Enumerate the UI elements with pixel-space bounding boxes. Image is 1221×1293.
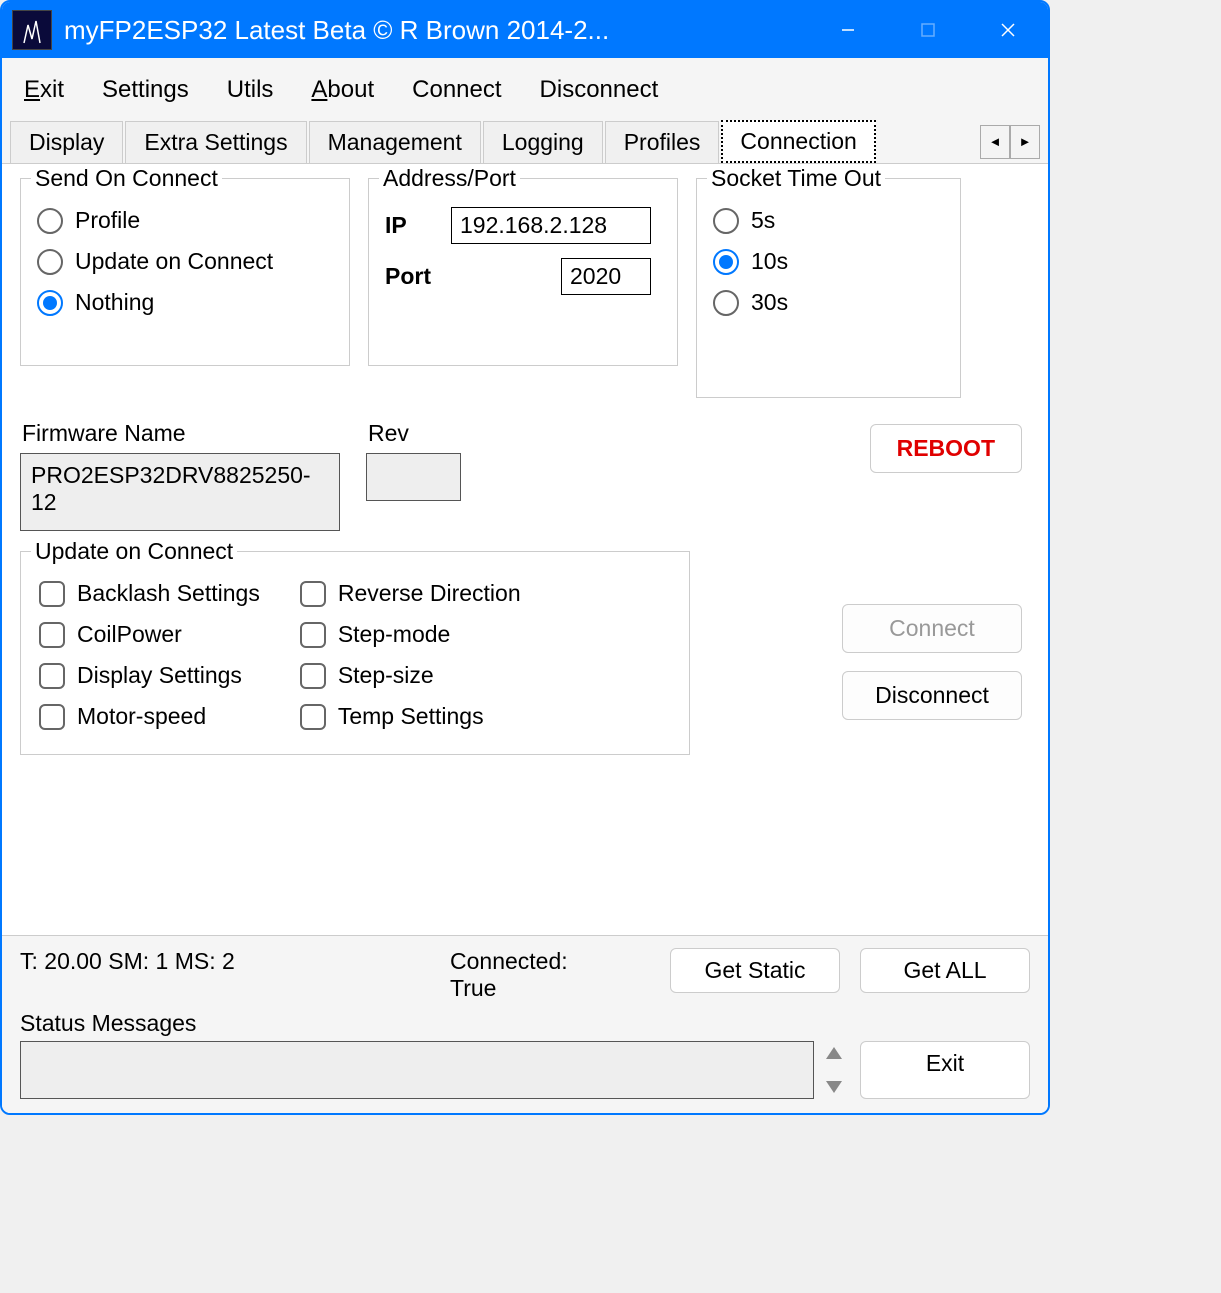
menu-settings[interactable]: Settings [102, 76, 189, 104]
tab-extra-settings[interactable]: Extra Settings [125, 121, 306, 163]
checkbox-icon [39, 581, 65, 607]
tab-display[interactable]: Display [10, 121, 123, 163]
radio-10s[interactable]: 10s [713, 248, 944, 275]
group-update-on-connect: Update on Connect Backlash Settings Coil… [20, 551, 690, 755]
legend-socket-timeout: Socket Time Out [707, 165, 885, 192]
status-spinner [826, 1041, 848, 1099]
tab-scroll-left[interactable]: ◄ [980, 125, 1010, 159]
menu-exit[interactable]: Exit [24, 76, 64, 104]
check-stepmode[interactable]: Step-mode [300, 621, 521, 648]
maximize-button [888, 2, 968, 58]
window-title: myFP2ESP32 Latest Beta © R Brown 2014-2.… [64, 15, 808, 46]
spinner-down[interactable] [826, 1081, 842, 1093]
radio-profile[interactable]: Profile [37, 207, 333, 234]
spinner-up[interactable] [826, 1047, 842, 1059]
menu-disconnect[interactable]: Disconnect [540, 76, 659, 104]
status-messages-field[interactable] [20, 1041, 814, 1099]
port-label: Port [385, 263, 437, 290]
radio-5s[interactable]: 5s [713, 207, 944, 234]
radio-icon [37, 208, 63, 234]
radio-icon [713, 208, 739, 234]
check-motor-speed[interactable]: Motor-speed [39, 703, 260, 730]
legend-update-on-connect: Update on Connect [31, 538, 237, 565]
tab-bar: Display Extra Settings Management Loggin… [2, 114, 1048, 164]
checkbox-icon [39, 704, 65, 730]
radio-icon [713, 290, 739, 316]
check-reverse[interactable]: Reverse Direction [300, 580, 521, 607]
tab-management[interactable]: Management [309, 121, 481, 163]
status-messages-label: Status Messages [20, 1010, 1030, 1037]
group-send-on-connect: Send On Connect Profile Update on Connec… [20, 178, 350, 366]
app-window: myFP2ESP32 Latest Beta © R Brown 2014-2.… [0, 0, 1050, 1115]
radio-icon [713, 249, 739, 275]
get-all-button[interactable]: Get ALL [860, 948, 1030, 993]
radio-icon [37, 290, 63, 316]
rev-field [366, 453, 461, 501]
minimize-button[interactable] [808, 2, 888, 58]
group-socket-timeout: Socket Time Out 5s 10s 30s [696, 178, 961, 398]
group-address-port: Address/Port IP Port [368, 178, 678, 366]
exit-button[interactable]: Exit [860, 1041, 1030, 1099]
reboot-button[interactable]: REBOOT [870, 424, 1022, 473]
radio-30s[interactable]: 30s [713, 289, 944, 316]
check-coilpower[interactable]: CoilPower [39, 621, 260, 648]
radio-icon [37, 249, 63, 275]
checkbox-icon [300, 622, 326, 648]
check-display[interactable]: Display Settings [39, 662, 260, 689]
checkbox-icon [300, 581, 326, 607]
menu-about[interactable]: About [311, 76, 374, 104]
stats-text: T: 20.00 SM: 1 MS: 2 [20, 948, 430, 975]
close-button[interactable] [968, 2, 1048, 58]
radio-nothing[interactable]: Nothing [37, 289, 333, 316]
tab-scroll: ◄ ► [980, 125, 1040, 159]
menu-connect[interactable]: Connect [412, 76, 501, 104]
rev-label: Rev [368, 420, 461, 447]
legend-send-on-connect: Send On Connect [31, 165, 222, 192]
tab-profiles[interactable]: Profiles [605, 121, 720, 163]
checkbox-icon [39, 663, 65, 689]
menubar: Exit Settings Utils About Connect Discon… [2, 58, 1048, 114]
disconnect-button[interactable]: Disconnect [842, 671, 1022, 720]
legend-address-port: Address/Port [379, 165, 520, 192]
check-backlash[interactable]: Backlash Settings [39, 580, 260, 607]
connected-status: Connected: True [450, 948, 625, 1002]
port-input[interactable] [561, 258, 651, 295]
firmware-name-field: PRO2ESP32DRV8825250-12 [20, 453, 340, 531]
ip-input[interactable] [451, 207, 651, 244]
firmware-name-label: Firmware Name [22, 420, 340, 447]
footer: T: 20.00 SM: 1 MS: 2 Connected: True Get… [2, 935, 1048, 1113]
radio-update-on-connect[interactable]: Update on Connect [37, 248, 333, 275]
tab-scroll-right[interactable]: ► [1010, 125, 1040, 159]
titlebar: myFP2ESP32 Latest Beta © R Brown 2014-2.… [2, 2, 1048, 58]
connect-button[interactable]: Connect [842, 604, 1022, 653]
get-static-button[interactable]: Get Static [670, 948, 840, 993]
tab-connection[interactable]: Connection [721, 120, 875, 163]
tab-content: Send On Connect Profile Update on Connec… [2, 164, 1048, 935]
check-temp[interactable]: Temp Settings [300, 703, 521, 730]
app-icon [12, 10, 52, 50]
check-stepsize[interactable]: Step-size [300, 662, 521, 689]
checkbox-icon [300, 704, 326, 730]
checkbox-icon [39, 622, 65, 648]
window-controls [808, 2, 1048, 58]
tab-logging[interactable]: Logging [483, 121, 603, 163]
checkbox-icon [300, 663, 326, 689]
ip-label: IP [385, 212, 437, 239]
menu-utils[interactable]: Utils [227, 76, 274, 104]
